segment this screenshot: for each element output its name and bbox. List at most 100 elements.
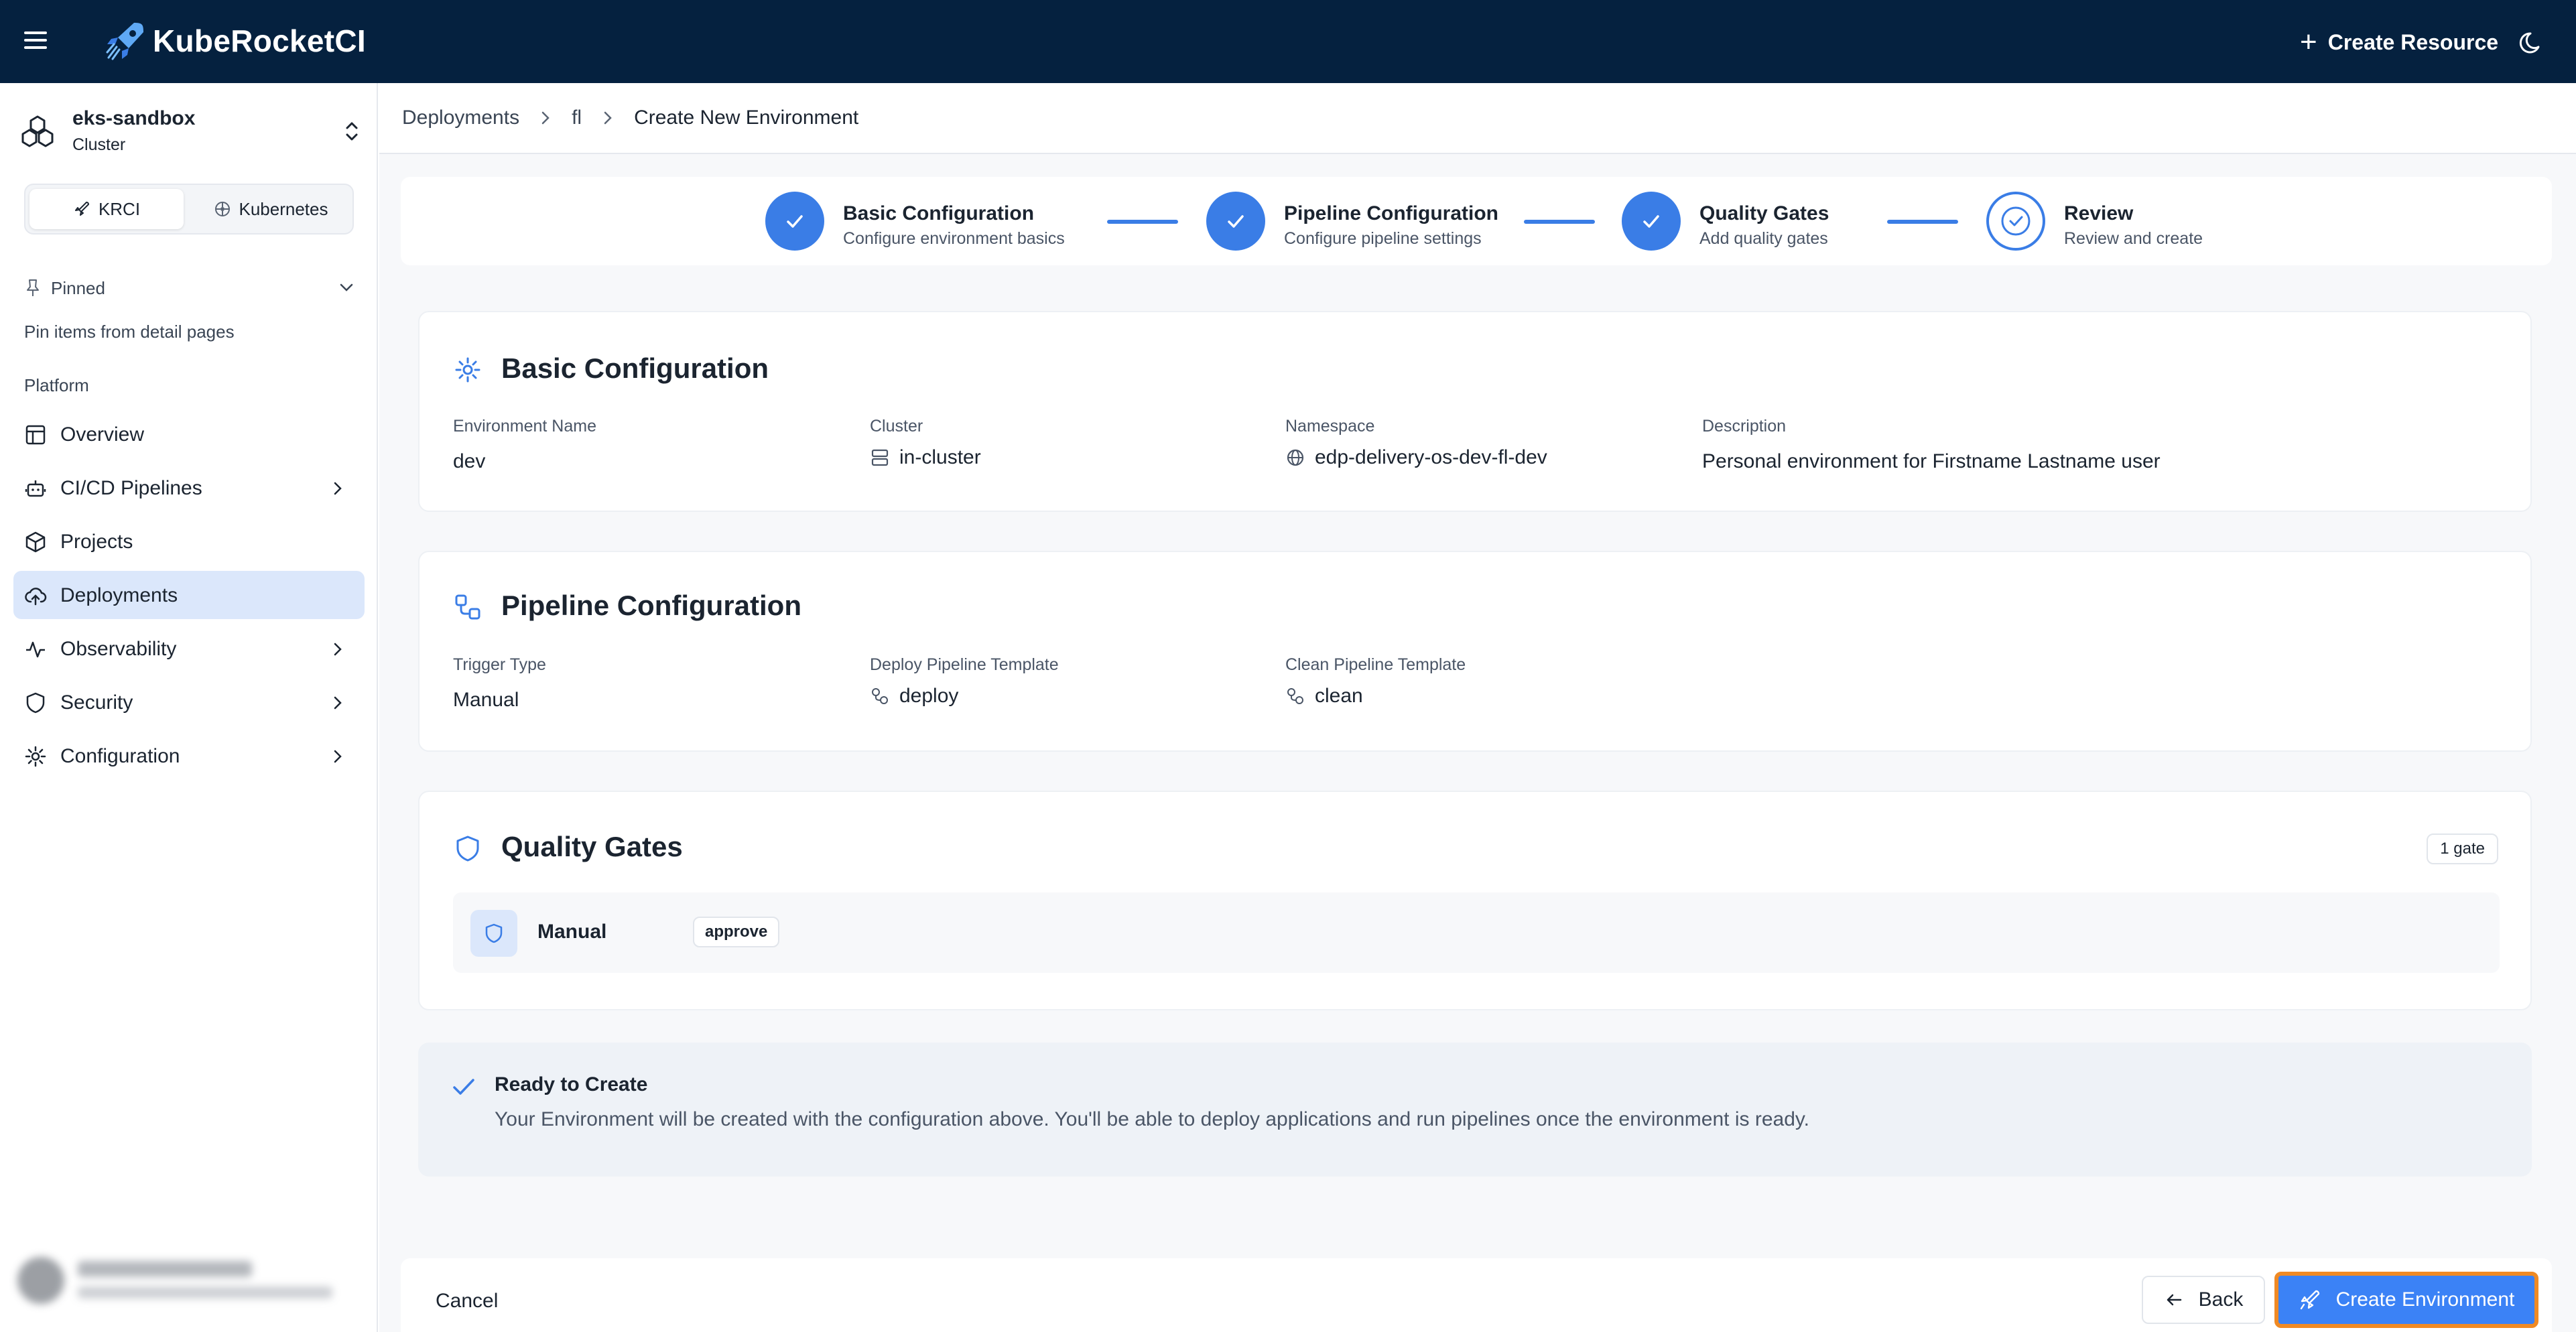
nav-section-label: Platform	[24, 375, 89, 395]
sidebar-item-observability[interactable]: Observability	[13, 624, 365, 673]
field-label: Environment Name	[453, 417, 596, 436]
app-title: KubeRocketCI	[153, 23, 366, 58]
chevron-right-icon	[334, 482, 342, 495]
sidebar-item-label: Projects	[60, 531, 133, 553]
sidebar-item-deployments[interactable]: Deployments	[13, 571, 365, 619]
ready-to-create-notice: Ready to Create Your Environment will be…	[418, 1043, 2532, 1177]
mode-krci-label: KRCI	[98, 198, 141, 219]
breadcrumb-deployments[interactable]: Deployments	[402, 107, 519, 129]
create-environment-button[interactable]: Create Environment	[2274, 1272, 2538, 1328]
server-icon	[871, 449, 889, 466]
field-value-text: in-cluster	[899, 446, 981, 468]
cancel-button[interactable]: Cancel	[415, 1282, 518, 1320]
shield-icon	[456, 836, 479, 862]
create-environment-label: Create Environment	[2335, 1288, 2515, 1311]
step-complete-check-icon[interactable]	[1622, 192, 1681, 251]
arrow-left-icon	[2167, 1294, 2181, 1306]
chevron-right-icon	[539, 109, 552, 127]
sidebar-item-label: Overview	[60, 423, 145, 446]
step-complete-check-icon[interactable]	[765, 192, 824, 251]
step-title: Pipeline Configuration	[1284, 202, 1498, 224]
description-value: Personal environment for Firstname Lastn…	[1702, 450, 2161, 473]
step-connector	[1524, 220, 1595, 224]
user-profile-blurred[interactable]	[11, 1244, 366, 1317]
cluster-selector[interactable]: eks-sandbox Cluster	[19, 103, 367, 159]
sidebar: eks-sandbox Cluster KRCI Kubernetes Pinn…	[0, 83, 378, 1332]
gate-count-badge: 1 gate	[2427, 834, 2498, 864]
breadcrumb: Deployments fl Create New Environment	[379, 83, 2576, 154]
sidebar-item-label: CI/CD Pipelines	[60, 477, 202, 499]
breadcrumb-current: Create New Environment	[634, 107, 859, 129]
sidebar-item-cicd-pipelines[interactable]: CI/CD Pipelines	[13, 464, 365, 512]
step-subtitle: Configure pipeline settings	[1284, 229, 1482, 248]
wizard-footer: Cancel Back Create Environment	[401, 1179, 2552, 1332]
field-value-text: Manual	[453, 689, 519, 711]
cluster-value: in-cluster	[870, 446, 981, 469]
step-complete-check-icon[interactable]	[1206, 192, 1265, 251]
chevron-right-icon	[334, 643, 342, 656]
cluster-name: eks-sandbox	[72, 107, 196, 129]
quality-gate-item: Manual approve	[453, 892, 2500, 973]
sidebar-item-label: Security	[60, 691, 133, 714]
field-value-text: clean	[1315, 685, 1363, 707]
card-title: Pipeline Configuration	[501, 590, 801, 621]
trigger-type-value: Manual	[453, 689, 519, 712]
step-current-circle-check-icon[interactable]	[1986, 192, 2045, 251]
user-email-redacted	[78, 1286, 332, 1298]
chevron-right-icon	[602, 109, 614, 127]
cloud-upload-icon	[25, 588, 47, 606]
pipeline-configuration-card: Pipeline Configuration Trigger Type Manu…	[418, 551, 2532, 752]
step-connector	[1107, 220, 1178, 224]
top-bar: KubeRocketCI + Create Resource	[0, 0, 2576, 83]
plus-icon: +	[2300, 25, 2317, 58]
step-connector	[1887, 220, 1958, 224]
layout-icon	[25, 425, 46, 445]
mode-kubernetes-button[interactable]: Kubernetes	[192, 189, 350, 229]
check-icon	[453, 1079, 474, 1095]
avatar	[17, 1257, 64, 1304]
sidebar-item-security[interactable]: Security	[13, 678, 365, 726]
namespace-value: edp-delivery-os-dev-fl-dev	[1285, 446, 1547, 469]
step-subtitle: Review and create	[2064, 229, 2203, 248]
sidebar-item-projects[interactable]: Projects	[13, 517, 365, 565]
gate-type-badge: approve	[693, 917, 780, 947]
pin-icon	[27, 279, 39, 296]
environment-name-value: dev	[453, 450, 485, 473]
moon-icon[interactable]	[2518, 28, 2547, 56]
chevrons-up-down-icon	[346, 122, 358, 141]
ready-text: Your Environment will be created with th…	[495, 1108, 1809, 1130]
footer-actions: Cancel Back Create Environment	[401, 1258, 2552, 1332]
mode-krci-button[interactable]: KRCI	[29, 189, 184, 229]
sidebar-item-label: Deployments	[60, 584, 178, 606]
sidebar-item-configuration[interactable]: Configuration	[13, 732, 365, 780]
step-title: Basic Configuration	[843, 202, 1035, 224]
deploy-template-value: deploy	[870, 685, 958, 708]
breadcrumb-pipeline[interactable]: fl	[572, 107, 582, 129]
field-value-text: Personal environment for Firstname Lastn…	[1702, 450, 2161, 472]
bot-icon	[25, 480, 46, 497]
sidebar-item-overview[interactable]: Overview	[13, 410, 365, 458]
globe-icon	[1287, 449, 1304, 466]
create-resource-label: Create Resource	[2327, 29, 2499, 54]
gate-name: Manual	[537, 921, 607, 943]
pinned-toggle[interactable]: Pinned	[24, 273, 357, 303]
field-label: Description	[1702, 417, 1787, 436]
basic-configuration-card: Basic Configuration Environment Name dev…	[418, 311, 2532, 512]
workflow-icon	[455, 594, 480, 620]
sidebar-item-label: Configuration	[60, 745, 180, 767]
create-resource-button[interactable]: + Create Resource	[2300, 25, 2498, 59]
field-label: Namespace	[1285, 417, 1375, 436]
sidebar-item-label: Observability	[60, 638, 177, 660]
workflow-icon	[1287, 688, 1303, 704]
cluster-type: Cluster	[72, 135, 126, 154]
field-label: Cluster	[870, 417, 923, 436]
workflow-icon	[872, 688, 888, 704]
box-icon	[25, 531, 46, 553]
back-button[interactable]: Back	[2142, 1276, 2265, 1324]
step-subtitle: Add quality gates	[1699, 229, 1828, 248]
step-title: Review	[2064, 202, 2134, 224]
mode-kubernetes-label: Kubernetes	[239, 198, 328, 219]
chevron-right-icon	[334, 750, 342, 763]
clean-template-value: clean	[1285, 685, 1363, 708]
hamburger-menu-icon[interactable]	[20, 27, 52, 56]
